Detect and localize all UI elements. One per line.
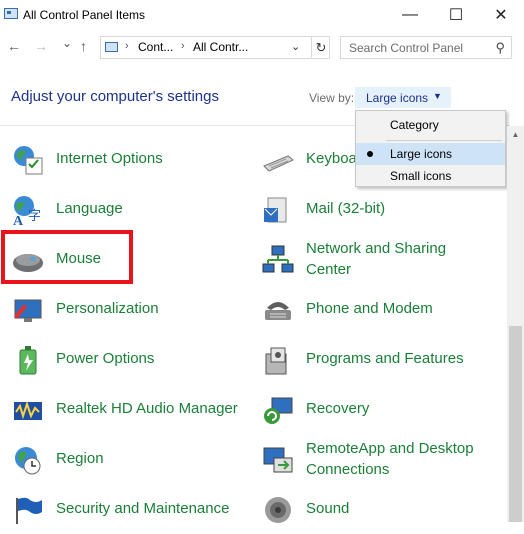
- control-panel-icon: [4, 8, 18, 19]
- recovery-icon: [264, 397, 293, 424]
- menu-item-small-icons[interactable]: Small icons: [356, 165, 505, 187]
- vertical-scrollbar[interactable]: ▲: [507, 126, 524, 522]
- view-by-label: View by:: [309, 91, 355, 105]
- item-label: Personalization: [56, 300, 159, 317]
- forward-arrow-icon[interactable]: →: [34, 38, 48, 54]
- menu-item-label: Large icons: [390, 147, 453, 161]
- item-label-line1: Network and Sharing: [306, 240, 447, 257]
- svg-text:A: A: [13, 214, 24, 226]
- item-label: Network and Sharing Center: [306, 238, 446, 280]
- item-label: RemoteApp and Desktop Connections: [306, 438, 474, 480]
- mouse-highlight-box: [1, 230, 133, 284]
- up-arrow-icon[interactable]: ↑: [80, 38, 87, 54]
- view-by-value: Large icons: [366, 91, 429, 105]
- item-label-line2: Center: [306, 261, 352, 278]
- scroll-up-icon[interactable]: ▲: [507, 126, 524, 143]
- menu-separator: [386, 140, 502, 141]
- item-label-line2: Connections: [306, 461, 390, 478]
- page-title: Adjust your computer's settings: [11, 88, 219, 105]
- search-placeholder: Search Control Panel: [349, 41, 464, 55]
- security-flag-icon: [16, 497, 42, 524]
- remoteapp-icon: [263, 447, 293, 473]
- item-label: Power Options: [56, 350, 155, 367]
- keyboard-icon: [263, 155, 294, 172]
- realtek-audio-icon: [14, 400, 42, 420]
- item-label: Language: [56, 200, 123, 217]
- view-by-menu: Category Large icons Small icons: [355, 110, 506, 187]
- view-by-dropdown[interactable]: Large icons ▼: [355, 87, 451, 108]
- item-label: Realtek HD Audio Manager: [56, 400, 238, 417]
- item-label-line1: RemoteApp and Desktop: [306, 440, 474, 457]
- sound-icon: [265, 497, 291, 523]
- item-label: Sound: [306, 500, 350, 517]
- chevron-down-icon[interactable]: ⌄: [291, 40, 300, 53]
- window-title: All Control Panel Items: [23, 8, 146, 22]
- region-icon: [15, 447, 41, 475]
- caret-down-icon: ▼: [433, 91, 442, 101]
- svg-text:字: 字: [28, 208, 41, 223]
- item-label: Recovery: [306, 400, 370, 417]
- breadcrumb-all-items[interactable]: All Contr...: [193, 40, 248, 54]
- personalization-icon: [14, 299, 42, 322]
- item-label: Programs and Features: [306, 350, 464, 367]
- back-arrow-icon[interactable]: ←: [7, 38, 21, 54]
- chevron-right-icon[interactable]: ›: [125, 40, 129, 52]
- chevron-right-icon[interactable]: ›: [181, 40, 185, 52]
- item-label: Region: [56, 450, 104, 467]
- mail-icon: [264, 197, 287, 223]
- refresh-icon[interactable]: ↻: [311, 37, 330, 58]
- item-label: Internet Options: [56, 150, 163, 167]
- power-options-icon: [19, 346, 37, 375]
- programs-icon: [265, 347, 287, 375]
- menu-item-category[interactable]: Category: [356, 114, 505, 136]
- title-bar: All Control Panel Items — ☐ ✕: [0, 0, 524, 32]
- scroll-thumb[interactable]: [509, 326, 522, 522]
- address-bar[interactable]: › Cont... › All Contr... ⌄ ↻: [100, 36, 330, 59]
- search-icon[interactable]: ⚲: [495, 40, 505, 56]
- search-input[interactable]: Search Control Panel ⚲: [340, 36, 512, 59]
- language-icon: A 字: [13, 196, 41, 226]
- phone-modem-icon: [265, 302, 291, 320]
- control-panel-icon: [105, 42, 118, 52]
- selected-bullet-icon: [367, 151, 373, 157]
- breadcrumb-control-panel[interactable]: Cont...: [138, 40, 173, 54]
- menu-item-large-icons[interactable]: Large icons: [356, 143, 505, 165]
- item-label: Mail (32-bit): [306, 200, 386, 217]
- internet-options-icon: [14, 146, 43, 175]
- item-label: Security and Maintenance: [56, 500, 230, 517]
- recent-locations-icon[interactable]: ⌄: [62, 36, 72, 50]
- minimize-button[interactable]: —: [387, 0, 433, 30]
- maximize-button[interactable]: ☐: [433, 0, 479, 30]
- close-button[interactable]: ✕: [478, 0, 524, 30]
- item-label: Phone and Modem: [306, 300, 433, 317]
- network-icon: [262, 245, 294, 273]
